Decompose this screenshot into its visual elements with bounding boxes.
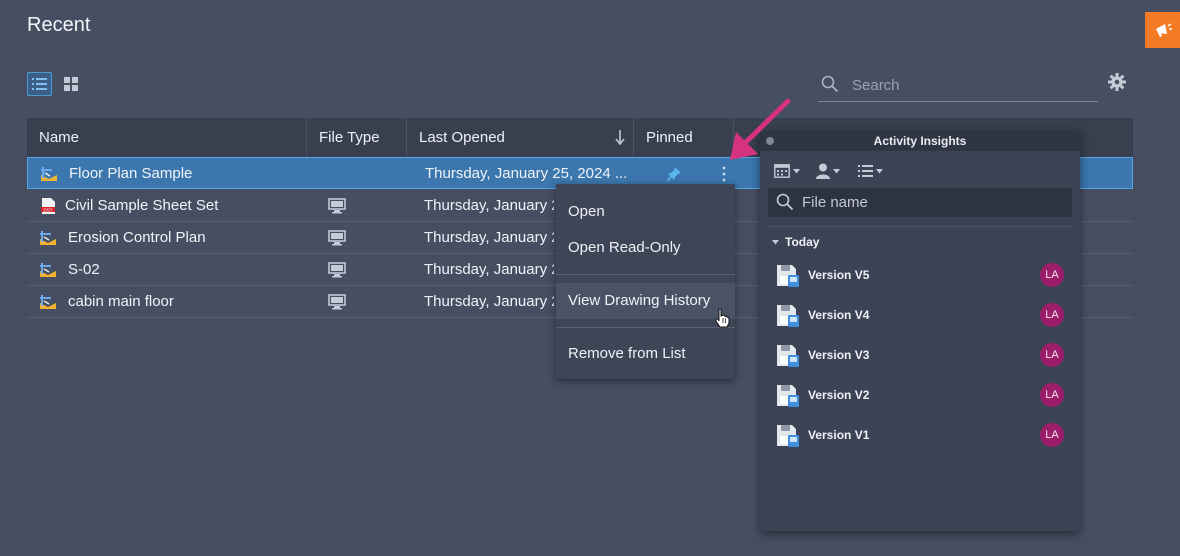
panel-title: Activity Insights — [873, 134, 967, 148]
desktop-icon — [328, 294, 346, 310]
drawing-file-icon — [40, 295, 56, 309]
last-opened-date: Thursday, January 2 — [424, 229, 554, 246]
context-menu: Open Open Read-Only View Drawing History… — [556, 184, 735, 379]
avatar[interactable]: LA — [1040, 263, 1064, 287]
menu-item-open[interactable]: Open — [556, 194, 735, 230]
chevron-down-icon — [793, 168, 800, 173]
column-header-file-type[interactable]: File Type — [307, 118, 407, 157]
avatar[interactable]: LA — [1040, 423, 1064, 447]
today-group-toggle[interactable]: Today — [772, 234, 819, 250]
file-name: Erosion Control Plan — [68, 229, 206, 246]
avatar[interactable]: LA — [1040, 343, 1064, 367]
page-title: Recent — [27, 14, 91, 36]
grid-view-button[interactable] — [61, 74, 81, 94]
version-item[interactable]: Version V2 LA — [776, 382, 1068, 410]
file-name: cabin main floor — [68, 293, 174, 310]
chevron-down-icon — [833, 168, 840, 173]
desktop-icon — [328, 262, 346, 278]
desktop-icon — [328, 230, 346, 246]
activity-insights-panel: Activity Insights Today — [760, 131, 1080, 531]
file-name: Civil Sample Sheet Set — [65, 197, 219, 214]
file-name: S-02 — [68, 261, 100, 278]
version-label: Version V4 — [808, 308, 870, 322]
panel-divider — [768, 226, 1072, 227]
search-icon — [776, 193, 794, 211]
column-header-last-opened[interactable]: Last Opened — [407, 118, 634, 157]
user-icon — [816, 163, 830, 179]
file-name-search-input[interactable] — [802, 192, 1062, 212]
last-opened-date: Thursday, January 2 — [424, 197, 554, 214]
search-icon — [821, 75, 839, 93]
saved-version-icon — [777, 305, 799, 327]
today-group-label: Today — [785, 235, 820, 249]
hand-cursor-icon — [715, 308, 730, 328]
version-item[interactable]: Version V5 LA — [776, 262, 1068, 290]
version-item[interactable]: Version V4 LA — [776, 302, 1068, 330]
drawing-file-icon — [40, 263, 56, 277]
menu-divider — [556, 274, 735, 275]
last-opened-date: Thursday, January 2 — [424, 261, 554, 278]
chevron-down-icon — [876, 168, 883, 173]
date-filter-button[interactable] — [774, 161, 800, 181]
list-view-button[interactable] — [27, 72, 52, 96]
search-input[interactable] — [852, 74, 1092, 96]
panel-search-box — [768, 188, 1072, 217]
version-item[interactable]: Version V3 LA — [776, 342, 1068, 370]
last-opened-date: Thursday, January 2 — [424, 293, 554, 310]
gear-icon — [1108, 73, 1126, 91]
drawing-file-icon — [41, 167, 57, 181]
column-header-name[interactable]: Name — [27, 118, 307, 157]
version-label: Version V1 — [808, 428, 870, 442]
drawing-file-icon — [40, 231, 56, 245]
menu-item-open-read-only[interactable]: Open Read-Only — [556, 230, 735, 266]
menu-item-view-drawing-history[interactable]: View Drawing History — [556, 283, 735, 319]
saved-version-icon — [777, 265, 799, 287]
list-icon — [858, 165, 873, 177]
saved-version-icon — [777, 385, 799, 407]
menu-item-remove-from-list[interactable]: Remove from List — [556, 336, 735, 372]
saved-version-icon — [777, 425, 799, 447]
avatar[interactable]: LA — [1040, 383, 1064, 407]
version-item[interactable]: Version V1 LA — [776, 422, 1068, 450]
column-header-pinned[interactable]: Pinned — [634, 118, 734, 157]
svg-text:DST: DST — [44, 208, 53, 213]
caret-down-icon — [772, 239, 779, 244]
version-label: Version V5 — [808, 268, 870, 282]
version-label: Version V2 — [808, 388, 870, 402]
search-box — [818, 68, 1098, 102]
grid-view-icon — [64, 77, 78, 91]
pin-icon[interactable] — [666, 166, 682, 182]
user-filter-button[interactable] — [816, 161, 840, 181]
announcement-button[interactable] — [1145, 12, 1180, 48]
calendar-icon — [774, 164, 790, 178]
desktop-icon — [328, 198, 346, 214]
version-label: Version V3 — [808, 348, 870, 362]
saved-version-icon — [777, 345, 799, 367]
dst-file-icon: DST — [41, 198, 55, 214]
list-view-icon — [32, 78, 47, 90]
annotation-arrow-icon — [730, 98, 791, 160]
more-options-icon[interactable] — [721, 166, 727, 182]
sort-descending-icon[interactable] — [615, 129, 625, 145]
settings-button[interactable] — [1108, 73, 1128, 93]
column-header-last-opened-label: Last Opened — [419, 129, 505, 146]
file-name: Floor Plan Sample — [69, 165, 193, 182]
megaphone-icon — [1155, 23, 1172, 37]
menu-divider — [556, 327, 735, 328]
list-filter-button[interactable] — [858, 161, 883, 181]
avatar[interactable]: LA — [1040, 303, 1064, 327]
